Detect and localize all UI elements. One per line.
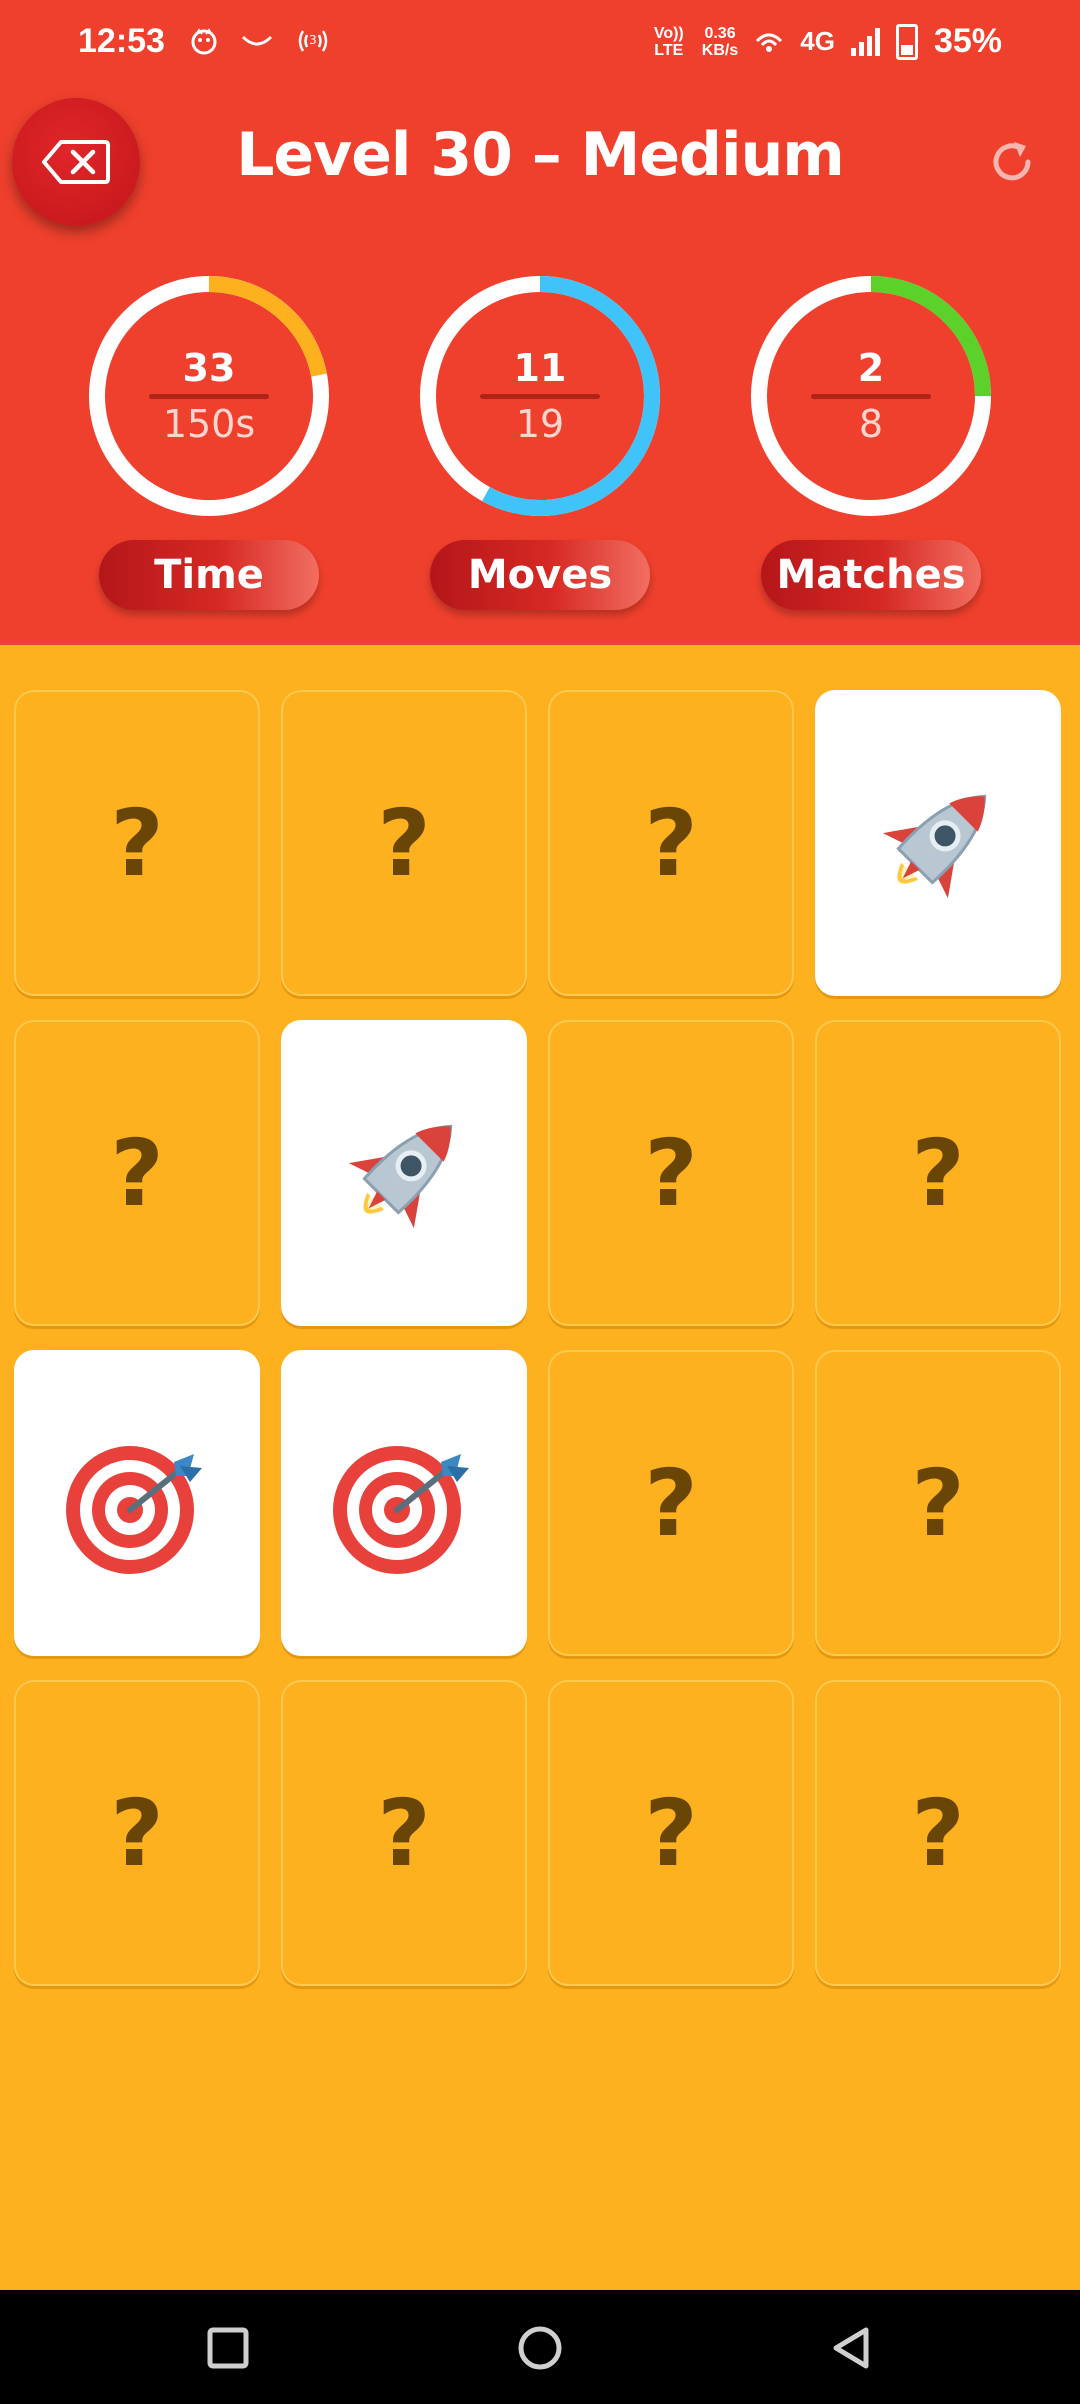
- battery-icon: [895, 23, 918, 60]
- memory-card[interactable]: ?: [815, 1680, 1061, 1986]
- memory-card[interactable]: ?: [281, 1680, 527, 1986]
- memory-card[interactable]: [281, 1020, 527, 1326]
- home-icon: [518, 2326, 562, 2370]
- hotspot-icon: 3: [298, 30, 328, 52]
- wifi-calling-icon: [756, 33, 783, 52]
- memory-card[interactable]: [281, 1350, 527, 1656]
- svg-text:3: 3: [309, 33, 317, 47]
- hidden-card-symbol: ?: [377, 789, 431, 897]
- recents-icon: [207, 2327, 249, 2369]
- moves-divider: [480, 394, 600, 399]
- recents-button[interactable]: [200, 2320, 256, 2376]
- memory-card[interactable]: ?: [548, 1680, 794, 1986]
- time-label: Time: [99, 540, 319, 610]
- hidden-card-symbol: ?: [110, 789, 164, 897]
- hidden-card-symbol: ?: [644, 1119, 698, 1227]
- hidden-card-symbol: ?: [644, 1449, 698, 1557]
- speed-unit: KB/s: [701, 41, 739, 59]
- hidden-card-symbol: ?: [644, 789, 698, 897]
- status-bar: 12:53 3 Vo)) LTE 0.36 KB/s 4G 35%: [0, 0, 1080, 90]
- matches-value: 2: [857, 346, 885, 390]
- hidden-card-symbol: ?: [644, 1779, 698, 1887]
- smile-icon: [241, 35, 273, 46]
- memory-card[interactable]: ?: [548, 1350, 794, 1656]
- moves-value: 11: [513, 346, 567, 390]
- memory-card[interactable]: [14, 1350, 260, 1656]
- speed-value: 0.36: [704, 24, 736, 42]
- memory-card[interactable]: ?: [14, 690, 260, 996]
- memory-card[interactable]: ?: [281, 690, 527, 996]
- hidden-card-symbol: ?: [911, 1779, 965, 1887]
- notification-icon: [191, 28, 217, 55]
- time-divider: [149, 394, 269, 399]
- navigation-bar: [0, 2290, 1080, 2404]
- time-value: 33: [182, 346, 236, 390]
- hidden-card-symbol: ?: [377, 1779, 431, 1887]
- hidden-card-symbol: ?: [911, 1449, 965, 1557]
- hidden-card-symbol: ?: [110, 1119, 164, 1227]
- header-panel: 12:53 3 Vo)) LTE 0.36 KB/s 4G 35% Level …: [0, 0, 1080, 645]
- refresh-icon: [993, 142, 1031, 181]
- system-back-button[interactable]: [823, 2320, 879, 2376]
- refresh-button[interactable]: [986, 136, 1038, 188]
- home-button[interactable]: [512, 2320, 568, 2376]
- network-speed: 0.36 KB/s: [702, 25, 738, 59]
- moves-total: 19: [515, 402, 565, 446]
- back-icon: [833, 2327, 869, 2369]
- status-right: Vo)) LTE 0.36 KB/s 4G 35%: [652, 22, 1002, 61]
- memory-card[interactable]: ?: [14, 1680, 260, 1986]
- matches-total: 8: [858, 402, 884, 446]
- target-icon: [333, 1446, 469, 1574]
- status-left-icons: 3: [190, 26, 330, 56]
- memory-card[interactable]: ?: [14, 1020, 260, 1326]
- matches-divider: [811, 394, 931, 399]
- level-title: Level 30 – Medium: [236, 120, 845, 190]
- memory-card[interactable]: ?: [548, 690, 794, 996]
- target-icon: [66, 1446, 202, 1574]
- matches-label: Matches: [761, 540, 981, 610]
- memory-card[interactable]: ?: [815, 1350, 1061, 1656]
- battery-percent: 35%: [933, 22, 1002, 60]
- hidden-card-symbol: ?: [110, 1779, 164, 1887]
- time-total: 150s: [162, 402, 256, 446]
- status-time: 12:53: [78, 22, 165, 60]
- rocket-icon: [348, 1124, 453, 1229]
- signal-icon: [850, 27, 880, 56]
- moves-label: Moves: [430, 540, 650, 610]
- memory-card[interactable]: [815, 690, 1061, 996]
- memory-card[interactable]: ?: [815, 1020, 1061, 1326]
- network-type: 4G: [800, 26, 835, 56]
- memory-card[interactable]: ?: [548, 1020, 794, 1326]
- rocket-icon: [882, 794, 987, 899]
- volte-indicator: Vo)) LTE: [653, 24, 684, 59]
- hidden-card-symbol: ?: [911, 1119, 965, 1227]
